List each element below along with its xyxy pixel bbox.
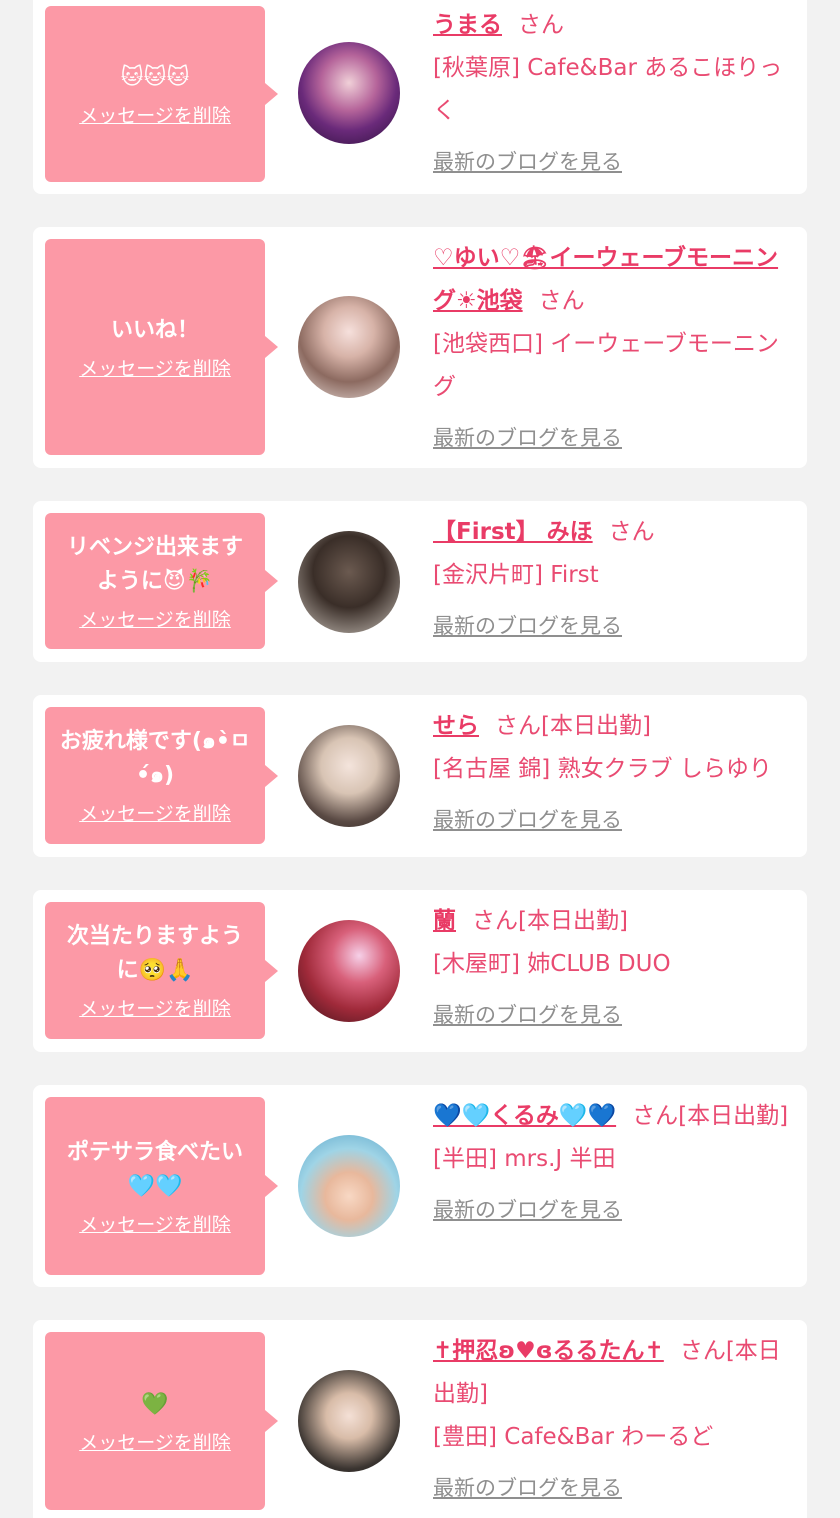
profile-name-link[interactable]: 【First】 みほ <box>433 519 593 545</box>
message-text: リベンジ出来ますように😈🎋 <box>66 534 243 594</box>
delete-message-link[interactable]: メッセージを削除 <box>79 101 231 128</box>
delete-message-link[interactable]: メッセージを削除 <box>79 354 231 381</box>
latest-blog-link[interactable]: 最新のブログを見る <box>433 1189 622 1232</box>
latest-blog-link[interactable]: 最新のブログを見る <box>433 994 622 1037</box>
delete-message-link[interactable]: メッセージを削除 <box>79 605 231 632</box>
shop-label: [秋葉原] Cafe&Bar あるこほりっく <box>433 55 783 124</box>
profile-name-link[interactable]: 蘭 <box>433 908 456 934</box>
avatar[interactable] <box>298 725 400 827</box>
message-bubble: 🐱🐱🐱 メッセージを削除 <box>45 6 278 182</box>
profile-info: 💙🩵くるみ🩵💙 さん[本日出勤] [半田] mrs.J 半田 最新のブログを見る <box>433 1095 795 1232</box>
latest-blog-link[interactable]: 最新のブログを見る <box>433 799 622 842</box>
list-item: リベンジ出来ますように😈🎋 メッセージを削除 【First】 みほ さん [金沢片… <box>33 501 807 662</box>
latest-blog-link[interactable]: 最新のブログを見る <box>433 417 622 460</box>
delete-message-link[interactable]: メッセージを削除 <box>79 799 231 826</box>
profile-info: うまる さん [秋葉原] Cafe&Bar あるこほりっく 最新のブログを見る <box>433 4 795 184</box>
list-item: お疲れ様です(๑•̀ㅁ•́๑) メッセージを削除 せら さん[本日出勤] [名古屋… <box>33 695 807 857</box>
avatar[interactable] <box>298 42 400 144</box>
avatar[interactable] <box>298 1370 400 1472</box>
profile-name-link[interactable]: うまる <box>433 12 502 38</box>
profile-name-link[interactable]: 💙🩵くるみ🩵💙 <box>433 1103 616 1129</box>
avatar[interactable] <box>298 1135 400 1237</box>
shop-label: [半田] mrs.J 半田 <box>433 1146 616 1172</box>
avatar[interactable] <box>298 531 400 633</box>
honorific: さん <box>518 12 564 38</box>
shop-label: [金沢片町] First <box>433 562 599 588</box>
latest-blog-link[interactable]: 最新のブログを見る <box>433 1467 622 1510</box>
latest-blog-link[interactable]: 最新のブログを見る <box>433 605 622 648</box>
message-text: 🐱🐱🐱 <box>120 64 190 90</box>
profile-name-link[interactable]: ✝押忍ʚ♥ɞるるたん✝ <box>433 1338 664 1364</box>
profile-info: ✝押忍ʚ♥ɞるるたん✝ さん[本日出勤] [豊田] Cafe&Bar わーるど 最… <box>433 1330 795 1510</box>
message-text: いいね！ <box>110 317 199 343</box>
message-bubble: リベンジ出来ますように😈🎋 メッセージを削除 <box>45 513 278 649</box>
list-item: 次当たりますように🥺🙏 メッセージを削除 蘭さん[本日出勤] [木屋町] 姉CL… <box>33 890 807 1052</box>
shop-label: [豊田] Cafe&Bar わーるど <box>433 1424 714 1450</box>
shop-label: [木屋町] 姉CLUB DUO <box>433 951 671 977</box>
latest-blog-link[interactable]: 最新のブログを見る <box>433 141 622 184</box>
message-text: ポテサラ食べたい🩵🩵 <box>66 1139 243 1199</box>
list-item: 💚 メッセージを削除 ✝押忍ʚ♥ɞるるたん✝ さん[本日出勤] [豊田] Cafe… <box>33 1320 807 1518</box>
delete-message-link[interactable]: メッセージを削除 <box>79 1210 231 1237</box>
avatar[interactable] <box>298 920 400 1022</box>
honorific: さん[本日出勤] <box>472 908 628 934</box>
message-text: 💚 <box>141 1391 169 1417</box>
message-bubble: 💚 メッセージを削除 <box>45 1332 278 1510</box>
message-bubble: いいね！ メッセージを削除 <box>45 239 278 455</box>
message-bubble: ポテサラ食べたい🩵🩵 メッセージを削除 <box>45 1097 278 1275</box>
message-bubble: 次当たりますように🥺🙏 メッセージを削除 <box>45 902 278 1039</box>
delete-message-link[interactable]: メッセージを削除 <box>79 994 231 1021</box>
profile-info: 【First】 みほ さん [金沢片町] First 最新のブログを見る <box>433 511 795 648</box>
list-item: ポテサラ食べたい🩵🩵 メッセージを削除 💙🩵くるみ🩵💙 さん[本日出勤] [半田]… <box>33 1085 807 1287</box>
profile-name-link[interactable]: せら <box>433 713 479 739</box>
message-text: お疲れ様です(๑•̀ㅁ•́๑) <box>59 729 251 788</box>
profile-info: 蘭さん[本日出勤] [木屋町] 姉CLUB DUO 最新のブログを見る <box>433 900 795 1037</box>
message-feed: 🐱🐱🐱 メッセージを削除 うまる さん [秋葉原] Cafe&Bar あるこほりっ… <box>0 0 840 1518</box>
avatar[interactable] <box>298 296 400 398</box>
profile-name-link[interactable]: ♡ゆい♡🏖イーウェーブモーニング☀池袋 <box>433 245 778 314</box>
message-text: 次当たりますように🥺🙏 <box>66 924 243 983</box>
profile-info: せら さん[本日出勤] [名古屋 錦] 熟女クラブ しらゆり 最新のブログを見る <box>433 705 795 842</box>
honorific: さん <box>608 519 655 545</box>
shop-label: [名古屋 錦] 熟女クラブ しらゆり <box>433 756 772 782</box>
message-bubble: お疲れ様です(๑•̀ㅁ•́๑) メッセージを削除 <box>45 707 278 844</box>
profile-info: ♡ゆい♡🏖イーウェーブモーニング☀池袋 さん [池袋西口] イーウェーブモーニング… <box>433 237 795 460</box>
delete-message-link[interactable]: メッセージを削除 <box>79 1428 231 1455</box>
shop-label: [池袋西口] イーウェーブモーニング <box>433 331 779 400</box>
honorific: さん[本日出勤] <box>632 1103 789 1129</box>
honorific: さん[本日出勤] <box>495 713 651 739</box>
honorific: さん <box>538 288 585 314</box>
list-item: いいね！ メッセージを削除 ♡ゆい♡🏖イーウェーブモーニング☀池袋 さん [池袋西… <box>33 227 807 468</box>
list-item: 🐱🐱🐱 メッセージを削除 うまる さん [秋葉原] Cafe&Bar あるこほりっ… <box>33 0 807 194</box>
